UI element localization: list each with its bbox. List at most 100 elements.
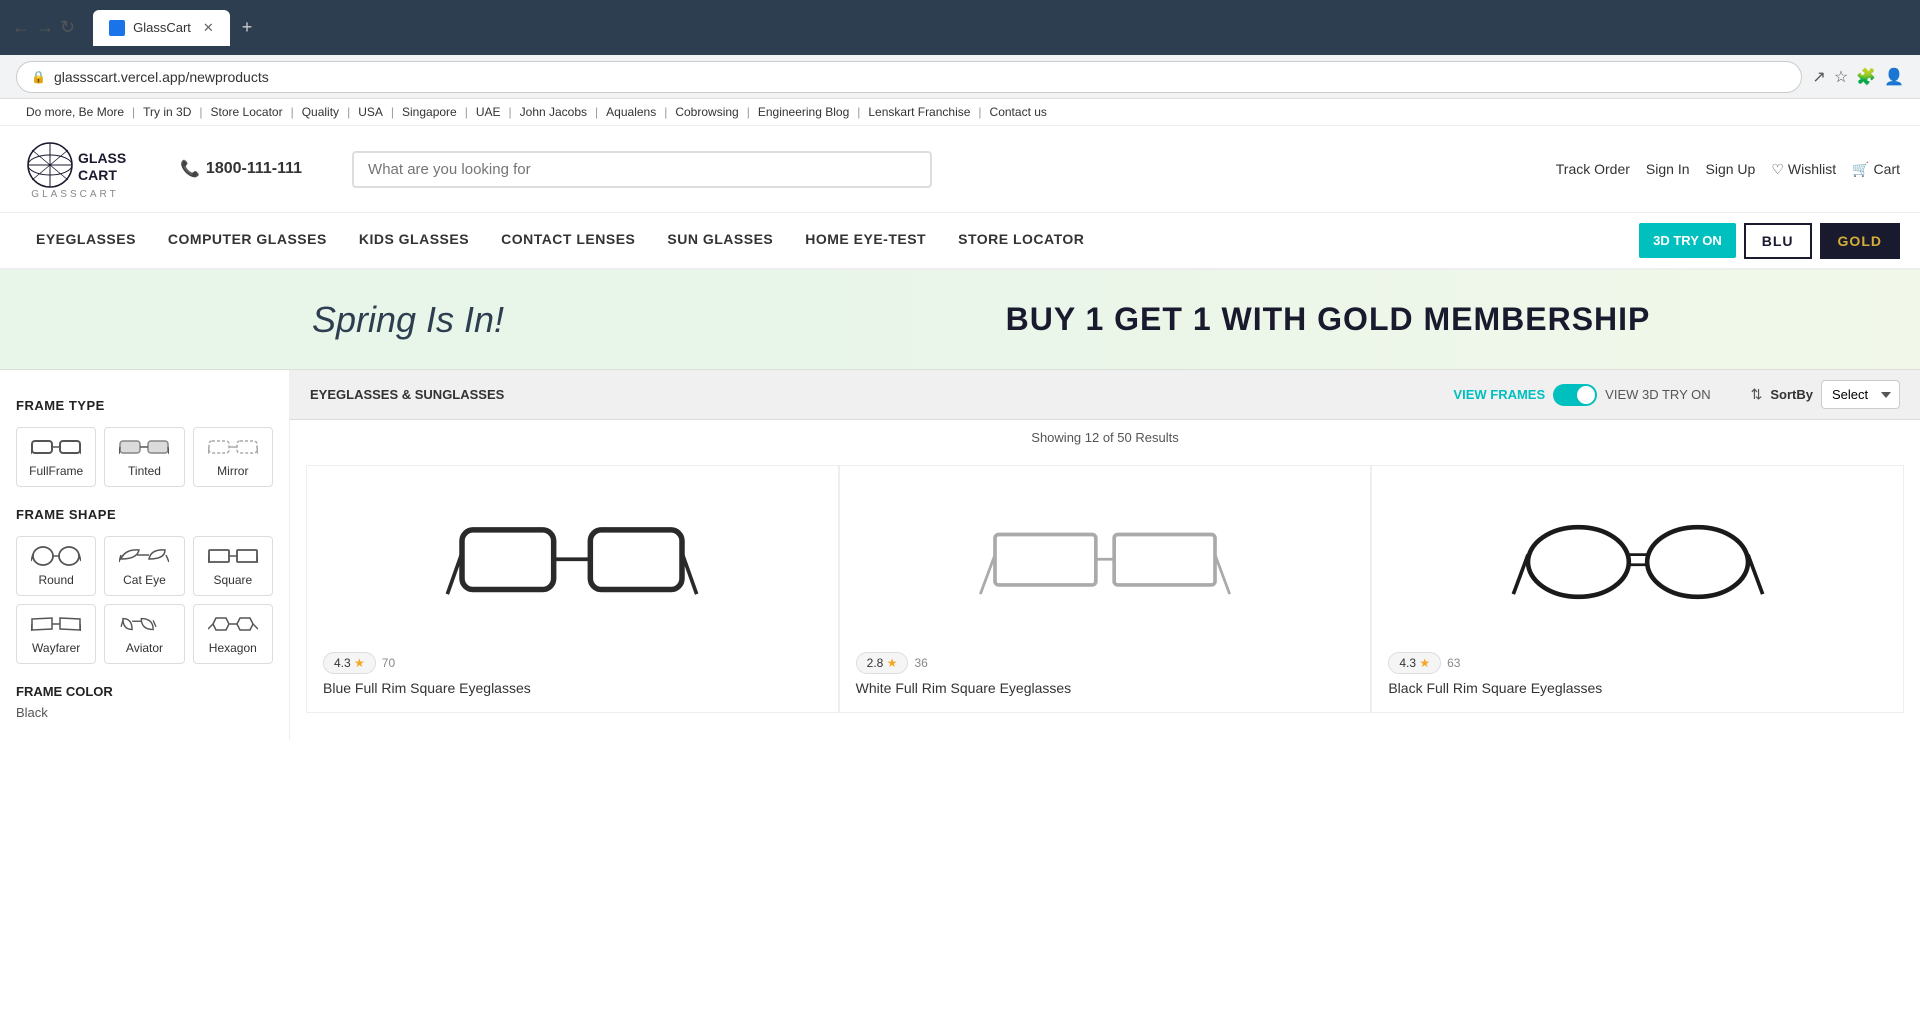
frame-shape-title: FRAME SHAPE xyxy=(16,507,273,522)
sort-by-label: SortBy xyxy=(1770,387,1813,402)
utility-link-engineering-blog[interactable]: Engineering Blog xyxy=(758,105,849,119)
utility-link-uae[interactable]: UAE xyxy=(476,105,501,119)
product-area: EYEGLASSES & SUNGLASSES VIEW FRAMES VIEW… xyxy=(290,370,1920,740)
tab-favicon xyxy=(109,20,125,36)
product-image-3 xyxy=(1388,482,1887,642)
frame-type-fullframe[interactable]: FullFrame xyxy=(16,427,96,487)
nav-home-eye-test[interactable]: HOME EYE-TEST xyxy=(789,213,942,268)
lock-icon: 🔒 xyxy=(31,70,46,84)
forward-button[interactable]: → xyxy=(36,17,54,38)
products-grid: 4.3 ★ 70 Blue Full Rim Square Eyeglasses xyxy=(290,455,1920,723)
product-card-2[interactable]: 2.8 ★ 36 White Full Rim Square Eyeglasse… xyxy=(839,465,1372,713)
user-profile-icon[interactable]: 👤 xyxy=(1884,67,1904,87)
star-icon-3: ★ xyxy=(1419,656,1430,670)
back-button[interactable]: ← xyxy=(12,17,30,38)
logo-subtext: GLASSCART xyxy=(31,189,118,200)
round-label: Round xyxy=(38,573,73,587)
product-card-1[interactable]: 4.3 ★ 70 Blue Full Rim Square Eyeglasses xyxy=(306,465,839,713)
nav-store-locator[interactable]: STORE LOCATOR xyxy=(942,213,1100,268)
tinted-label: Tinted xyxy=(128,464,161,478)
blu-button[interactable]: BLU xyxy=(1744,223,1812,259)
browser-toolbar-icons: ↗ ☆ 🧩 👤 xyxy=(1812,67,1904,87)
cateye-label: Cat Eye xyxy=(123,573,166,587)
results-count: Showing 12 of 50 Results xyxy=(290,420,1920,455)
frame-type-mirror[interactable]: Mirror xyxy=(193,427,273,487)
url-input[interactable] xyxy=(54,69,1787,85)
fullframe-label: FullFrame xyxy=(29,464,83,478)
search-bar[interactable] xyxy=(352,151,932,188)
frame-shape-square[interactable]: Square xyxy=(193,536,273,596)
utility-link-cobrowsing[interactable]: Cobrowsing xyxy=(675,105,738,119)
gold-button[interactable]: GOLD xyxy=(1820,223,1900,259)
tab-title: GlassCart xyxy=(133,20,191,35)
utility-link-usa[interactable]: USA xyxy=(358,105,383,119)
frame-type-grid: FullFrame Tinted xyxy=(16,427,273,487)
frame-shape-aviator[interactable]: Aviator xyxy=(104,604,184,664)
cart-link[interactable]: 🛒 Cart xyxy=(1852,161,1900,178)
sign-in-link[interactable]: Sign In xyxy=(1646,161,1690,177)
new-tab-button[interactable]: + xyxy=(242,17,253,38)
utility-link-john-jacobs[interactable]: John Jacobs xyxy=(520,105,587,119)
frame-shape-hexagon[interactable]: Hexagon xyxy=(193,604,273,664)
3d-try-on-button[interactable]: 3D TRY ON xyxy=(1639,223,1736,258)
extensions-icon[interactable]: 🧩 xyxy=(1856,67,1876,87)
square-label: Square xyxy=(213,573,252,587)
wayfarer-shape-icon xyxy=(31,613,81,635)
bookmark-icon[interactable]: ☆ xyxy=(1834,67,1848,87)
sign-up-link[interactable]: Sign Up xyxy=(1706,161,1756,177)
nav-kids-glasses[interactable]: KIDS GLASSES xyxy=(343,213,485,268)
nav-sun-glasses[interactable]: SUN GLASSES xyxy=(651,213,789,268)
star-icon-1: ★ xyxy=(354,656,365,670)
banner: Spring Is In! BUY 1 GET 1 WITH GOLD MEMB… xyxy=(0,270,1920,370)
frame-type-tinted[interactable]: Tinted xyxy=(104,427,184,487)
product-glasses-svg-1 xyxy=(442,507,702,617)
utility-link-quality[interactable]: Quality xyxy=(302,105,339,119)
share-icon[interactable]: ↗ xyxy=(1812,67,1825,87)
nav-contact-lenses[interactable]: CONTACT LENSES xyxy=(485,213,651,268)
logo-area[interactable]: GLASS CART GLASSCART xyxy=(20,138,130,200)
wishlist-link[interactable]: ♡ Wishlist xyxy=(1771,161,1836,178)
product-section-title: EYEGLASSES & SUNGLASSES xyxy=(310,387,530,402)
product-card-3[interactable]: 4.3 ★ 63 Black Full Rim Square Eyeglasse… xyxy=(1371,465,1904,713)
utility-link-singapore[interactable]: Singapore xyxy=(402,105,457,119)
sort-icon: ⇅ xyxy=(1751,386,1763,403)
banner-promo-text: BUY 1 GET 1 WITH GOLD MEMBERSHIP xyxy=(776,301,1880,338)
svg-text:GLASS: GLASS xyxy=(78,150,126,166)
utility-link-3d[interactable]: Try in 3D xyxy=(143,105,191,119)
product-glasses-svg-3 xyxy=(1508,507,1768,617)
hexagon-label: Hexagon xyxy=(209,641,257,655)
nav-computer-glasses[interactable]: COMPUTER GLASSES xyxy=(152,213,343,268)
fullframe-icon xyxy=(31,436,81,458)
utility-link-do-more[interactable]: Do more, Be More xyxy=(26,105,124,119)
nav-eyeglasses[interactable]: EYEGLASSES xyxy=(20,213,152,268)
review-count-1: 70 xyxy=(382,656,395,670)
frame-shape-cateye[interactable]: Cat Eye xyxy=(104,536,184,596)
cateye-shape-icon xyxy=(119,545,169,567)
track-order-link[interactable]: Track Order xyxy=(1556,161,1630,177)
utility-link-lenskart[interactable]: Lenskart Franchise xyxy=(868,105,970,119)
utility-link-store-locator[interactable]: Store Locator xyxy=(211,105,283,119)
frame-shape-wayfarer[interactable]: Wayfarer xyxy=(16,604,96,664)
product-name-3: Black Full Rim Square Eyeglasses xyxy=(1388,680,1602,696)
header-actions: Track Order Sign In Sign Up ♡ Wishlist 🛒… xyxy=(1556,161,1900,178)
square-shape-icon xyxy=(208,545,258,567)
product-rating-1: 4.3 ★ 70 xyxy=(323,652,395,674)
close-tab-button[interactable]: ✕ xyxy=(203,20,214,36)
utility-link-aqualens[interactable]: Aqualens xyxy=(606,105,656,119)
frame-shape-round[interactable]: Round xyxy=(16,536,96,596)
browser-tab[interactable]: GlassCart ✕ xyxy=(93,10,230,46)
sort-select[interactable]: Select xyxy=(1821,380,1900,409)
svg-text:CART: CART xyxy=(78,167,117,183)
rating-value-3: 4.3 xyxy=(1399,656,1416,670)
address-bar[interactable]: 🔒 xyxy=(16,61,1802,93)
phone-number: 1800-111-111 xyxy=(206,160,302,178)
tinted-icon xyxy=(119,436,169,458)
view-toggle-switch[interactable] xyxy=(1553,384,1597,406)
search-input[interactable] xyxy=(368,161,916,178)
round-shape-icon xyxy=(31,545,81,567)
utility-bar: Do more, Be More | Try in 3D | Store Loc… xyxy=(0,99,1920,126)
utility-link-contact[interactable]: Contact us xyxy=(990,105,1047,119)
browser-controls: ← → ↻ xyxy=(12,17,75,38)
refresh-button[interactable]: ↻ xyxy=(60,17,75,38)
view-3d-label: VIEW 3D TRY ON xyxy=(1605,387,1710,402)
